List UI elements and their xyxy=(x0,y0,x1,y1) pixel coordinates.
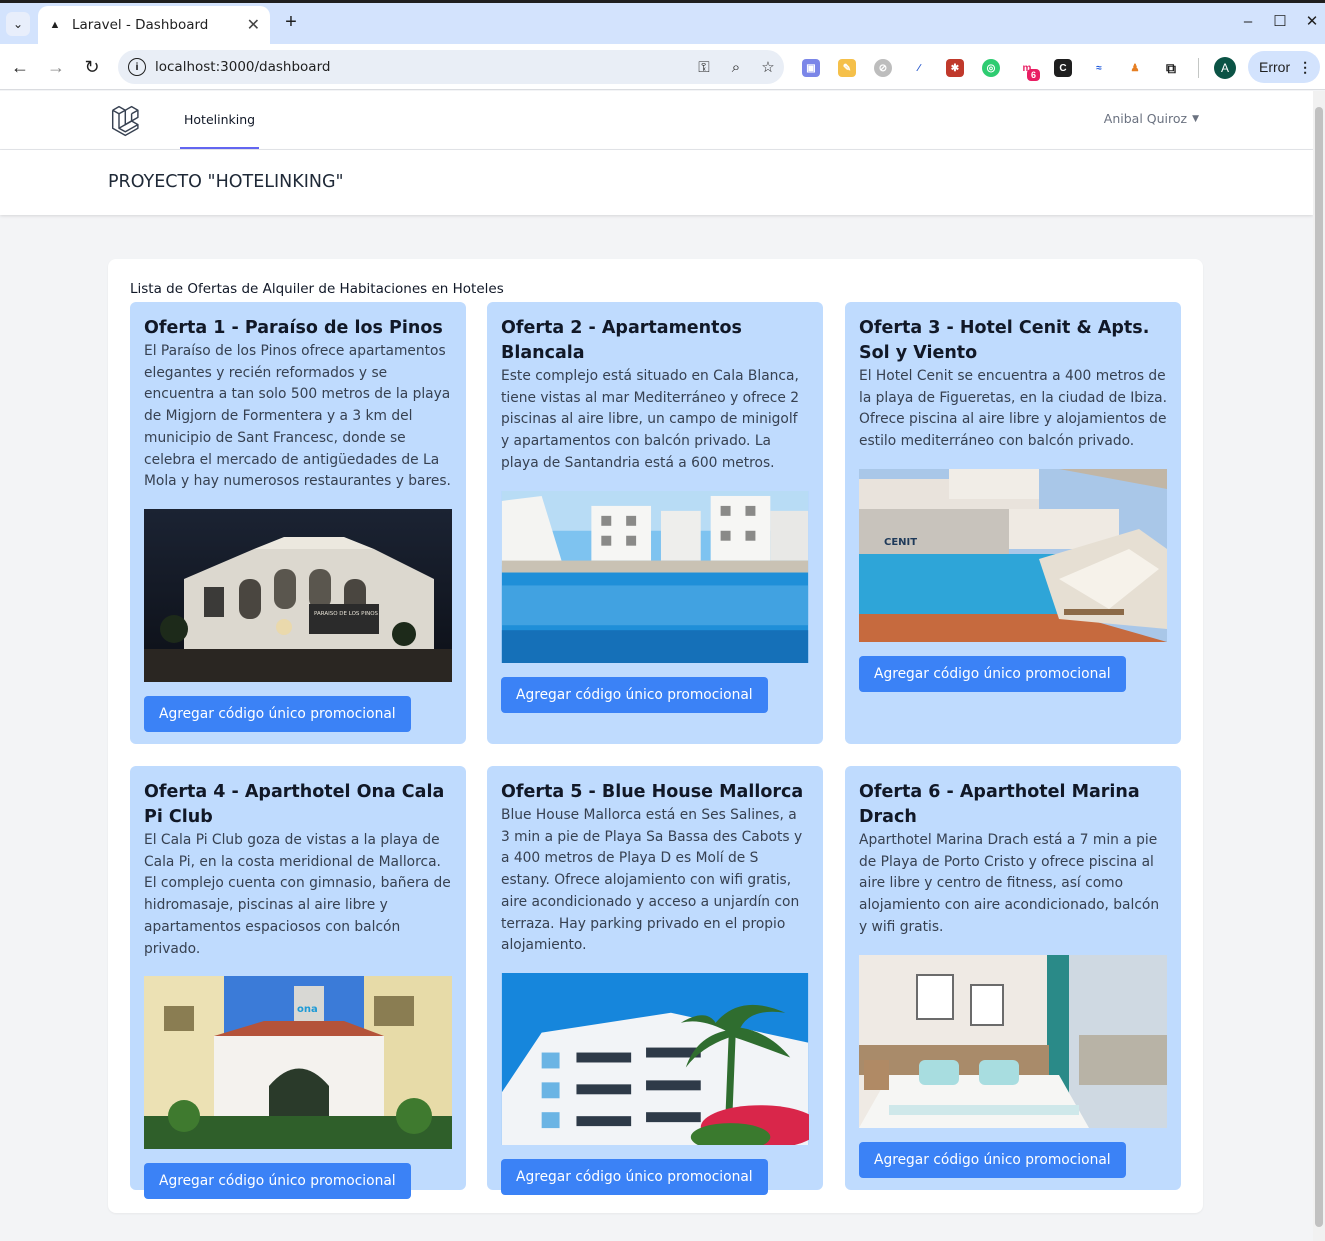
page-scrollbar[interactable] xyxy=(1313,91,1325,1241)
offer-description: El Hotel Cenit se encuentra a 400 metros… xyxy=(859,368,1167,450)
nav-link-hotelinking[interactable]: Hotelinking xyxy=(180,91,260,149)
offer-title: Oferta 3 - Hotel Cenit & Apts. Sol y Vie… xyxy=(859,318,1150,363)
tab-close-icon[interactable]: ✕ xyxy=(247,15,260,35)
chevron-down-icon: ▼ xyxy=(1192,113,1199,124)
page-title: PROYECTO "HOTELINKING" xyxy=(108,172,344,192)
extension-puzzle-icon[interactable]: ▣ xyxy=(802,59,820,77)
bookmark-star-icon[interactable]: ☆ xyxy=(752,58,784,76)
add-promo-code-button[interactable]: Agregar código único promocional xyxy=(859,1141,1126,1178)
add-promo-code-button[interactable]: Agregar código único promocional xyxy=(144,695,411,732)
kebab-menu-icon: ⋮ xyxy=(1298,58,1313,75)
forward-arrow-icon[interactable]: → xyxy=(44,55,68,79)
reload-icon[interactable]: ↻ xyxy=(80,55,104,79)
toolbar-divider xyxy=(1198,58,1199,78)
laravel-logo-icon[interactable] xyxy=(110,103,146,139)
offer-description: Aparthotel Marina Drach está a 7 min a p… xyxy=(859,832,1160,935)
offer-card: Oferta 1 - Paraíso de los Pinos El Paraí… xyxy=(130,302,466,744)
maximize-icon[interactable]: ☐ xyxy=(1270,12,1290,32)
offer-card: Oferta 2 - Apartamentos Blancala Este co… xyxy=(487,302,823,744)
extension-pen-icon[interactable]: ∕ xyxy=(910,59,928,77)
profile-avatar[interactable]: A xyxy=(1214,57,1236,79)
offers-list-heading: Lista de Ofertas de Alquiler de Habitaci… xyxy=(130,281,504,297)
offer-description: El Cala Pi Club goza de vistas a la play… xyxy=(144,832,451,957)
offer-card: Oferta 4 - Aparthotel Ona Cala Pi Club E… xyxy=(130,766,466,1200)
hotel-photo-blue-house xyxy=(501,972,809,1145)
extension-wave-icon[interactable]: ≈ xyxy=(1090,59,1108,77)
back-arrow-icon[interactable]: ← xyxy=(8,55,32,79)
offers-panel: Lista de Ofertas de Alquiler de Habitaci… xyxy=(108,259,1203,1213)
password-key-icon[interactable]: ⚿ xyxy=(688,59,720,76)
offer-card: Oferta 6 - Aparthotel Marina Drach Apart… xyxy=(845,766,1181,1190)
extension-compass-icon[interactable]: ⊘ xyxy=(874,59,892,77)
offer-title: Oferta 5 - Blue House Mallorca xyxy=(501,782,804,802)
new-tab-plus-icon[interactable]: + xyxy=(281,12,301,32)
add-promo-code-button[interactable]: Agregar código único promocional xyxy=(501,676,768,713)
site-info-icon[interactable]: i xyxy=(128,58,146,76)
error-label: Error xyxy=(1259,59,1291,75)
photo-sign-text: CENIT xyxy=(884,537,917,548)
offer-title: Oferta 4 - Aparthotel Ona Cala Pi Club xyxy=(144,782,445,827)
tabstrip-top-line xyxy=(0,0,1325,3)
tab-search-chevron-icon[interactable]: ⌄ xyxy=(6,12,30,36)
page-header: PROYECTO "HOTELINKING" xyxy=(0,150,1313,215)
offer-card: Oferta 5 - Blue House Mallorca Blue Hous… xyxy=(487,766,823,1195)
minimize-icon[interactable]: – xyxy=(1238,12,1258,32)
app-navbar: Hotelinking Anibal Quiroz ▼ xyxy=(0,91,1313,150)
offer-title: Oferta 6 - Aparthotel Marina Drach xyxy=(859,782,1140,827)
hotel-photo-night-building: PARAISO DE LOS PINOS xyxy=(144,508,452,682)
hotel-photo-bedroom xyxy=(859,954,1167,1128)
extension-bug-icon[interactable]: ✱ xyxy=(946,59,964,77)
zoom-magnifier-icon[interactable]: ⌕ xyxy=(720,59,752,76)
offer-title: Oferta 2 - Apartamentos Blancala xyxy=(501,318,742,363)
url-text[interactable]: localhost:3000/dashboard xyxy=(155,59,688,75)
offer-description: Blue House Mallorca está en Ses Salines,… xyxy=(501,807,803,954)
hotel-photo-entrance-arch: ona xyxy=(144,976,452,1150)
offer-description: Este complejo está situado en Cala Blanc… xyxy=(501,368,800,471)
window-close-icon[interactable]: ✕ xyxy=(1302,12,1322,32)
browser-tabstrip: ⌄ ▲ Laravel - Dashboard ✕ + – ☐ ✕ xyxy=(0,0,1325,44)
hotel-photo-pool-loungers: CENIT xyxy=(859,468,1167,642)
extension-circle-icon[interactable]: ◎ xyxy=(982,59,1000,77)
extension-notes-icon[interactable]: ✎ xyxy=(838,59,856,77)
hotel-photo-pool-apartments xyxy=(501,490,809,663)
scrollbar-thumb[interactable] xyxy=(1315,107,1323,1227)
tab-title: Laravel - Dashboard xyxy=(72,17,209,33)
offer-title: Oferta 1 - Paraíso de los Pinos xyxy=(144,318,443,338)
user-name: Anibal Quiroz xyxy=(1103,111,1188,126)
photo-sign-text: PARAISO DE LOS PINOS xyxy=(314,611,379,617)
user-dropdown[interactable]: Anibal Quiroz ▼ xyxy=(1104,111,1199,126)
offer-description: El Paraíso de los Pinos ofrece apartamen… xyxy=(144,343,451,490)
browser-tab-active[interactable]: ▲ Laravel - Dashboard ✕ xyxy=(38,6,270,44)
add-promo-code-button[interactable]: Agregar código único promocional xyxy=(144,1163,411,1200)
extension-figure-icon[interactable]: ♟ xyxy=(1126,59,1144,77)
error-button[interactable]: Error ⋮ xyxy=(1248,51,1320,83)
photo-sign-text: ona xyxy=(297,1004,318,1015)
extension-count-badge: 6 xyxy=(1027,69,1040,81)
add-promo-code-button[interactable]: Agregar código único promocional xyxy=(501,1158,768,1195)
address-bar[interactable]: i localhost:3000/dashboard ⚿ ⌕ ☆ xyxy=(118,50,784,84)
offer-card: Oferta 3 - Hotel Cenit & Apts. Sol y Vie… xyxy=(845,302,1181,744)
triangle-favicon-icon: ▲ xyxy=(49,19,61,31)
page-viewport: Hotelinking Anibal Quiroz ▼ PROYECTO "HO… xyxy=(0,91,1313,1241)
extensions-menu-icon[interactable]: ⧉ xyxy=(1162,59,1180,77)
extension-c-icon[interactable]: C xyxy=(1054,59,1072,77)
browser-toolbar: ← → ↻ i localhost:3000/dashboard ⚿ ⌕ ☆ ▣… xyxy=(0,44,1325,90)
add-promo-code-button[interactable]: Agregar código único promocional xyxy=(859,655,1126,692)
